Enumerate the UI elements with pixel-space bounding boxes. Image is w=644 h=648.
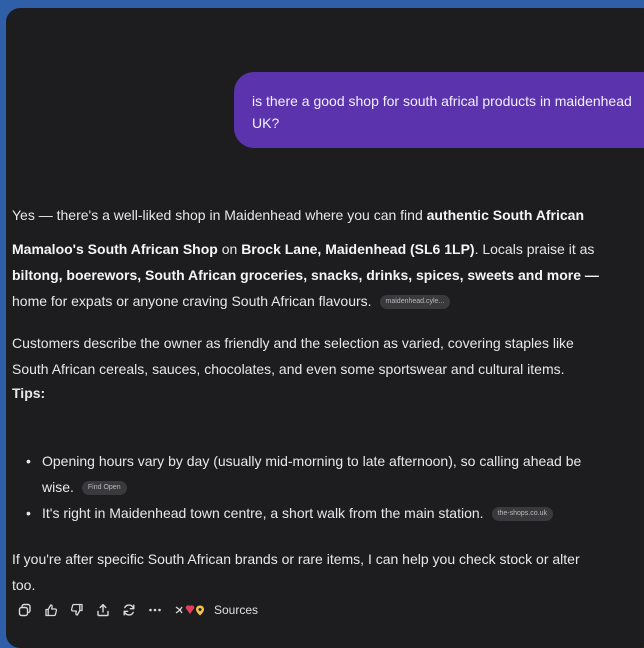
text-span: home for expats or anyone craving South … [12,293,372,309]
source-chip[interactable]: maidenhead.cyle... [379,295,451,310]
share-icon[interactable] [92,602,114,618]
text-span: It's right in Maidenhead town centre, a … [42,505,484,521]
chat-window: is there a good shop for south africal p… [6,8,644,648]
favicon-stack-icon [175,605,204,616]
text-line: If you're after specific South African b… [12,551,580,567]
tips-heading: Tips: [12,385,46,401]
text-line: Opening hours vary by day (usually mid-m… [42,453,582,469]
text-line: Customers describe the owner as friendly… [12,335,574,351]
source-favicons[interactable] [174,603,208,617]
text-span: wise. [42,479,74,495]
bold-text: authentic South African [426,207,585,223]
message-toolbar: Sources [14,602,258,618]
bullet-icon: • [26,505,31,521]
copy-icon[interactable] [14,602,36,618]
shop-name: Mamaloo's South African Shop [12,241,218,257]
thumbs-up-icon[interactable] [40,602,62,618]
shop-address: Brock Lane, Maidenhead (SL6 1LP) [241,241,475,257]
assistant-paragraph-1: Yes — there's a well-liked shop in Maide… [12,202,584,228]
source-chip[interactable]: the-shops.co.uk [491,507,553,522]
user-message-bubble: is there a good shop for south africal p… [234,72,644,148]
sources-label[interactable]: Sources [214,603,258,617]
source-chip[interactable]: Find Open [81,481,127,496]
assistant-paragraph-2: Mamaloo's South African Shop on Brock La… [12,236,599,314]
assistant-paragraph-4: If you're after specific South African b… [12,546,580,598]
product-list: biltong, boerewors, South African grocer… [12,267,599,283]
text-span: on [217,241,242,257]
text-span: Yes — there's a well-liked shop in Maide… [12,207,427,223]
user-message-line-2: UK? [252,115,280,131]
text-line: South African cereals, sauces, chocolate… [12,361,565,377]
regenerate-icon[interactable] [118,602,140,618]
text-line: too. [12,577,36,593]
bullet-icon: • [26,453,31,469]
thumbs-down-icon[interactable] [66,602,88,618]
text-span: . Locals praise it as [474,241,595,257]
assistant-paragraph-3: Customers describe the owner as friendly… [12,330,574,382]
user-message-line-1: is there a good shop for south africal p… [252,93,632,109]
more-icon[interactable] [144,602,166,618]
